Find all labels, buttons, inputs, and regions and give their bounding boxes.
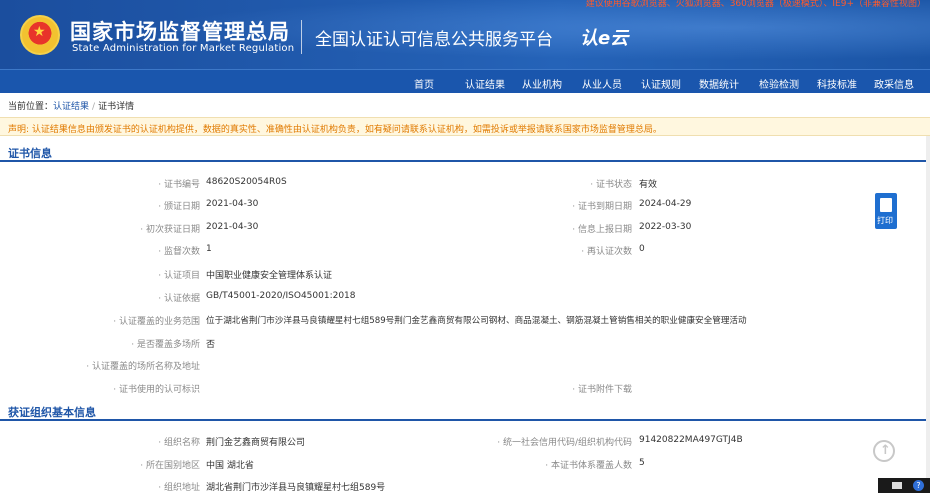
people-value: 5 xyxy=(639,458,645,468)
scope-label: · 认证覆盖的业务范围 xyxy=(113,317,200,327)
site-header: 建议使用谷歌浏览器、火狐浏览器、360浏览器（极速模式）、IE9+（非兼容性视图… xyxy=(0,0,930,69)
scope-value: 位于湖北省荆门市沙洋县马良镇耀星村七组589号荆门金艺鑫商贸有限公司钢材、商品混… xyxy=(206,316,747,326)
supervision-label: · 监督次数 xyxy=(158,247,200,257)
cert-no-label: · 证书编号 xyxy=(158,180,200,190)
basis-value: GB/T45001-2020/ISO45001:2018 xyxy=(206,291,356,301)
nav-cert-results[interactable]: 认证结果 xyxy=(465,76,505,91)
help-icon[interactable]: ? xyxy=(913,480,924,491)
nav-statistics[interactable]: 数据统计 xyxy=(699,76,739,91)
expire-date-value: 2024-04-29 xyxy=(639,199,692,209)
browser-notice: 建议使用谷歌浏览器、火狐浏览器、360浏览器（极速模式）、IE9+（非兼容性视图… xyxy=(585,0,926,9)
report-date-value: 2022-03-30 xyxy=(639,222,692,232)
people-label: · 本证书体系覆盖人数 xyxy=(545,461,632,471)
supervision-value: 1 xyxy=(206,244,212,254)
issue-date-value: 2021-04-30 xyxy=(206,199,259,209)
recert-value: 0 xyxy=(639,244,645,254)
cert-status-label: · 证书状态 xyxy=(590,180,632,190)
nav-practitioners[interactable]: 从业人员 xyxy=(582,76,622,91)
print-label: 打印 xyxy=(877,216,893,225)
disclaimer-bar: 声明: 认证结果信息由颁发证书的认证机构提供，数据的真实性、准确性由认证机构负责… xyxy=(0,117,930,136)
recert-label: · 再认证次数 xyxy=(581,247,632,257)
region-label: · 所在国别地区 xyxy=(140,461,200,471)
cert-section-title: 证书信息 xyxy=(8,147,52,160)
nav-cert-rules[interactable]: 认证规则 xyxy=(641,76,681,91)
agency-title[interactable]: 国家市场监督管理总局 xyxy=(70,16,290,46)
nav-inspection[interactable]: 检验检测 xyxy=(759,76,799,91)
breadcrumb: 当前位置：认证结果 / 证书详情 xyxy=(8,99,134,112)
back-to-top-icon[interactable] xyxy=(873,440,895,462)
disclaimer-text: 声明: 认证结果信息由颁发证书的认证机构提供，数据的真实性、准确性由认证机构负责… xyxy=(8,125,662,135)
expire-date-label: · 证书到期日期 xyxy=(572,202,632,212)
org-section-header: 获证组织基本信息 xyxy=(0,400,930,421)
breadcrumb-separator: / xyxy=(92,102,96,112)
report-date-label: · 信息上报日期 xyxy=(572,225,632,235)
attachment-label[interactable]: · 证书附件下载 xyxy=(572,382,632,395)
credit-code-label: · 统一社会信用代码/组织机构代码 xyxy=(497,438,632,448)
first-date-label: · 初次获证日期 xyxy=(140,225,200,235)
org-name-value: 荆门金艺鑫商贸有限公司 xyxy=(206,438,306,448)
page-scrollbar[interactable] xyxy=(926,136,930,478)
basis-label: · 认证依据 xyxy=(158,294,200,304)
address-value: 湖北省荆门市沙洋县马良镇耀星村七组589号 xyxy=(206,483,386,493)
print-button[interactable]: 打印 xyxy=(875,193,897,229)
keyboard-icon[interactable] xyxy=(892,482,902,489)
credit-code-value: 91420822MA497GTJ4B xyxy=(639,435,743,445)
site-names-label: · 认证覆盖的场所名称及地址 xyxy=(86,362,200,372)
org-section-title: 获证组织基本信息 xyxy=(8,406,96,419)
multisite-label: · 是否覆盖多场所 xyxy=(131,340,200,350)
cert-section-header: 证书信息 xyxy=(0,141,930,162)
first-date-value: 2021-04-30 xyxy=(206,222,259,232)
org-name-label: · 组织名称 xyxy=(158,438,200,448)
cert-no-value: 48620S20054R0S xyxy=(206,177,287,187)
nav-home[interactable]: 首页 xyxy=(414,76,434,91)
cert-status-value: 有效 xyxy=(639,180,658,190)
breadcrumb-current: 证书详情 xyxy=(98,102,135,112)
address-label: · 组织地址 xyxy=(158,483,200,493)
multisite-value: 否 xyxy=(206,340,216,350)
issue-date-label: · 颁证日期 xyxy=(158,202,200,212)
header-divider xyxy=(301,20,302,54)
nav-standards[interactable]: 科技标准 xyxy=(817,76,857,91)
platform-title: 全国认证认可信息公共服务平台 xyxy=(315,30,553,50)
main-nav: 首页 认证结果 从业机构 从业人员 认证规则 数据统计 检验检测 科技标准 政采… xyxy=(0,69,930,93)
breadcrumb-cert-results[interactable]: 认证结果 xyxy=(53,102,89,112)
breadcrumb-prefix: 当前位置： xyxy=(8,102,54,112)
mark-label: · 证书使用的认可标识 xyxy=(113,385,200,395)
national-emblem-icon xyxy=(20,15,60,55)
printer-icon xyxy=(880,198,892,212)
platform-logo: 认e云 xyxy=(580,28,629,49)
agency-title-en: State Administration for Market Regulati… xyxy=(72,43,295,54)
region-value: 中国 湖北省 xyxy=(206,461,254,471)
project-label: · 认证项目 xyxy=(158,271,200,281)
project-value: 中国职业健康安全管理体系认证 xyxy=(206,271,333,281)
nav-institutions[interactable]: 从业机构 xyxy=(522,76,562,91)
system-tray: ? xyxy=(878,478,930,493)
nav-procurement[interactable]: 政采信息 xyxy=(874,76,914,91)
